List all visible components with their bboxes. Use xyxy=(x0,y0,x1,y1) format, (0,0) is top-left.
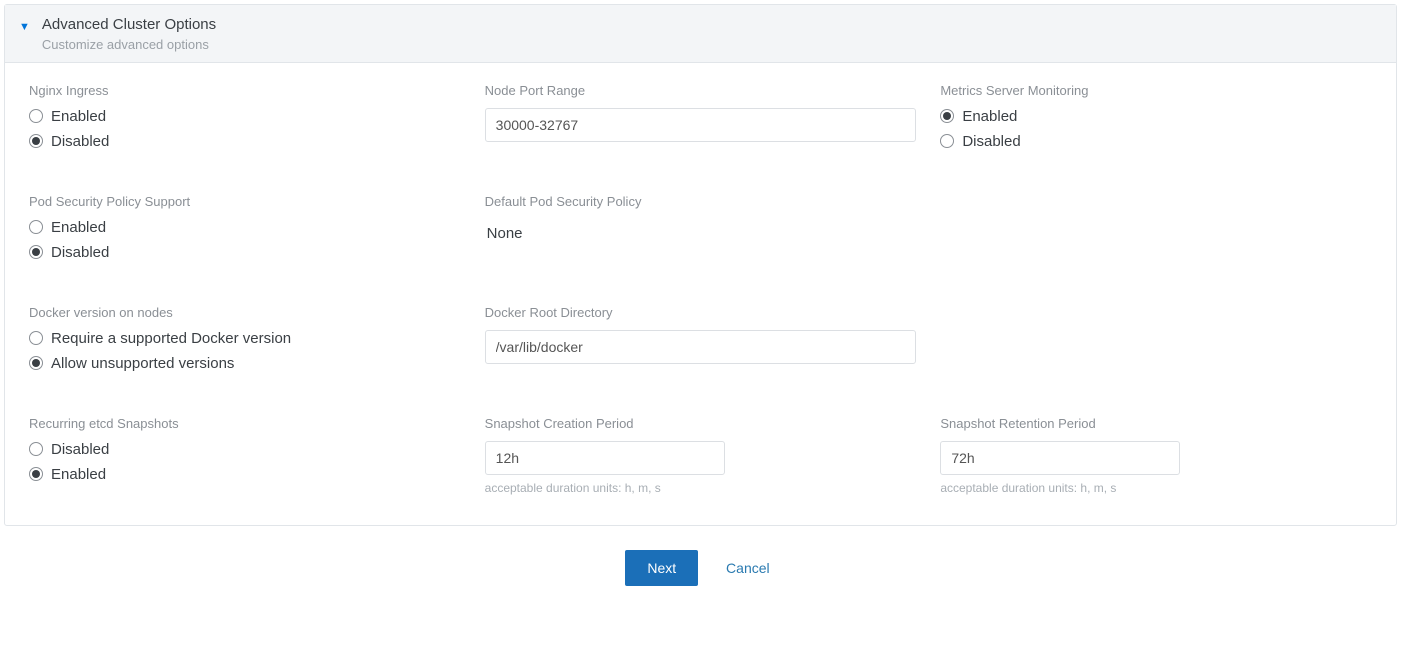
metrics-disabled-radio[interactable]: Disabled xyxy=(940,133,1372,150)
collapse-caret-icon[interactable]: ▼ xyxy=(19,21,30,33)
pod-security-disabled-radio[interactable]: Disabled xyxy=(29,244,461,261)
radio-label: Disabled xyxy=(51,133,109,150)
radio-icon xyxy=(29,134,43,148)
radio-icon xyxy=(29,442,43,456)
nginx-ingress-disabled-radio[interactable]: Disabled xyxy=(29,133,461,150)
footer-actions: Next Cancel xyxy=(0,526,1401,598)
radio-icon xyxy=(940,109,954,123)
radio-label: Enabled xyxy=(962,108,1017,125)
docker-root-input[interactable] xyxy=(485,330,917,364)
node-port-range-group: Node Port Range xyxy=(485,83,917,158)
node-port-range-input[interactable] xyxy=(485,108,917,142)
empty-cell xyxy=(940,194,1372,269)
etcd-snapshots-group: Recurring etcd Snapshots Disabled Enable… xyxy=(29,416,461,495)
next-button[interactable]: Next xyxy=(625,550,698,586)
radio-label: Enabled xyxy=(51,108,106,125)
nginx-ingress-group: Nginx Ingress Enabled Disabled xyxy=(29,83,461,158)
snapshot-retention-label: Snapshot Retention Period xyxy=(940,416,1372,431)
etcd-snapshots-label: Recurring etcd Snapshots xyxy=(29,416,461,431)
panel-header: ▼ Advanced Cluster Options Customize adv… xyxy=(5,5,1396,63)
node-port-range-label: Node Port Range xyxy=(485,83,917,98)
default-pod-security-group: Default Pod Security Policy None xyxy=(485,194,917,269)
docker-root-label: Docker Root Directory xyxy=(485,305,917,320)
etcd-disabled-radio[interactable]: Disabled xyxy=(29,441,461,458)
radio-icon xyxy=(29,109,43,123)
radio-icon xyxy=(29,331,43,345)
metrics-server-label: Metrics Server Monitoring xyxy=(940,83,1372,98)
default-pod-security-value: None xyxy=(485,219,917,248)
docker-root-group: Docker Root Directory xyxy=(485,305,917,380)
panel-body: Nginx Ingress Enabled Disabled Node Port… xyxy=(5,63,1396,525)
radio-label: Disabled xyxy=(51,244,109,261)
panel-subtitle: Customize advanced options xyxy=(42,37,216,52)
pod-security-label: Pod Security Policy Support xyxy=(29,194,461,209)
metrics-enabled-radio[interactable]: Enabled xyxy=(940,108,1372,125)
nginx-ingress-enabled-radio[interactable]: Enabled xyxy=(29,108,461,125)
radio-label: Disabled xyxy=(962,133,1020,150)
radio-icon xyxy=(29,356,43,370)
radio-label: Disabled xyxy=(51,441,109,458)
docker-version-label: Docker version on nodes xyxy=(29,305,461,320)
snapshot-creation-label: Snapshot Creation Period xyxy=(485,416,917,431)
snapshot-creation-input[interactable] xyxy=(485,441,725,475)
radio-icon xyxy=(940,134,954,148)
radio-label: Enabled xyxy=(51,466,106,483)
docker-version-group: Docker version on nodes Require a suppor… xyxy=(29,305,461,380)
docker-allow-radio[interactable]: Allow unsupported versions xyxy=(29,355,461,372)
cancel-button[interactable]: Cancel xyxy=(720,559,776,577)
radio-label: Require a supported Docker version xyxy=(51,330,291,347)
radio-icon xyxy=(29,245,43,259)
advanced-options-panel: ▼ Advanced Cluster Options Customize adv… xyxy=(4,4,1397,526)
radio-label: Allow unsupported versions xyxy=(51,355,234,372)
radio-label: Enabled xyxy=(51,219,106,236)
docker-require-radio[interactable]: Require a supported Docker version xyxy=(29,330,461,347)
radio-icon xyxy=(29,220,43,234)
panel-title: Advanced Cluster Options xyxy=(42,15,216,35)
empty-cell xyxy=(940,305,1372,380)
snapshot-retention-hint: acceptable duration units: h, m, s xyxy=(940,481,1372,495)
snapshot-retention-input[interactable] xyxy=(940,441,1180,475)
metrics-server-group: Metrics Server Monitoring Enabled Disabl… xyxy=(940,83,1372,158)
default-pod-security-label: Default Pod Security Policy xyxy=(485,194,917,209)
snapshot-creation-group: Snapshot Creation Period acceptable dura… xyxy=(485,416,917,495)
snapshot-retention-group: Snapshot Retention Period acceptable dur… xyxy=(940,416,1372,495)
pod-security-group: Pod Security Policy Support Enabled Disa… xyxy=(29,194,461,269)
nginx-ingress-label: Nginx Ingress xyxy=(29,83,461,98)
pod-security-enabled-radio[interactable]: Enabled xyxy=(29,219,461,236)
radio-icon xyxy=(29,467,43,481)
etcd-enabled-radio[interactable]: Enabled xyxy=(29,466,461,483)
snapshot-creation-hint: acceptable duration units: h, m, s xyxy=(485,481,917,495)
